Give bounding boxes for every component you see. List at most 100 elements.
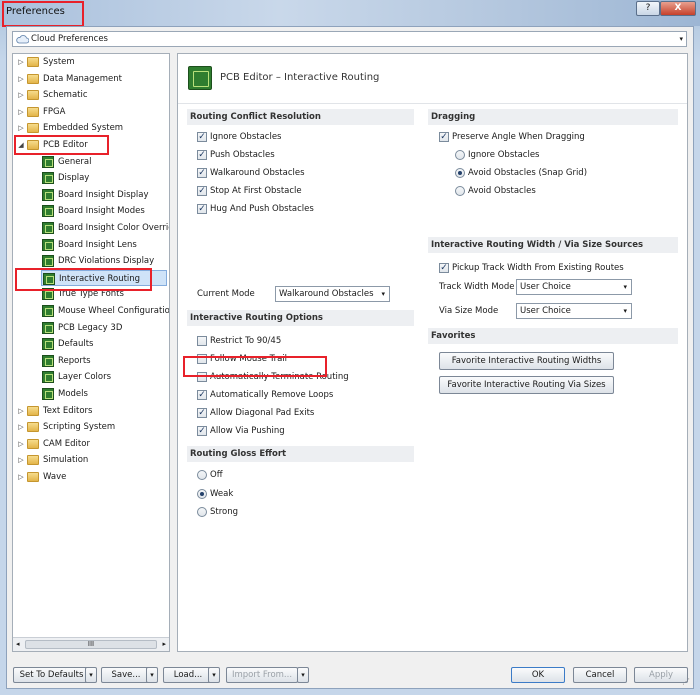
tree-item[interactable]: Layer Colors	[41, 369, 167, 385]
pcb-page-icon	[42, 305, 54, 317]
tree-item[interactable]: DRC Violations Display	[41, 253, 167, 269]
pcb-page-icon	[42, 338, 54, 351]
checkbox-box[interactable]: ✓	[197, 204, 207, 214]
ok-button[interactable]: OK	[511, 667, 565, 683]
checkbox-box[interactable]: ✓	[197, 408, 207, 418]
tree-item[interactable]: ▷ System	[15, 54, 165, 70]
via-size-mode-value: User Choice	[520, 306, 571, 316]
tree-item[interactable]: ▷ Schematic	[15, 87, 165, 103]
favorite-widths-button[interactable]: Favorite Interactive Routing Widths	[439, 352, 614, 370]
settings-panel: PCB Editor – Interactive Routing Routing…	[177, 53, 688, 652]
folder-icon	[27, 106, 39, 117]
scroll-thumb[interactable]: III	[25, 640, 157, 649]
checkbox-box[interactable]: ✓	[197, 132, 207, 142]
collapsed-arrow-icon[interactable]: ▷	[17, 419, 25, 435]
tree-item-label: Layer Colors	[58, 372, 112, 383]
chevron-down-icon: ▾	[623, 283, 627, 291]
tree-item[interactable]: Mouse Wheel Configuration	[41, 303, 169, 319]
pcb-page-icon	[42, 222, 54, 234]
tree-item[interactable]: ▷ CAM Editor	[15, 436, 165, 452]
apply-button[interactable]: Apply	[634, 667, 688, 683]
save-dropdown[interactable]: ▾	[146, 667, 158, 683]
track-width-mode-select[interactable]: User Choice ▾	[516, 279, 632, 295]
radio-button[interactable]	[197, 488, 207, 499]
tree-item[interactable]: Reports	[41, 353, 167, 369]
tree-item-label: DRC Violations Display	[58, 256, 155, 267]
tree-item[interactable]: Display	[41, 170, 167, 186]
load-dropdown[interactable]: ▾	[208, 667, 220, 683]
checkbox-box[interactable]: ✓	[439, 132, 449, 142]
checkbox-box[interactable]: ✓	[439, 263, 449, 273]
title-bar[interactable]: Preferences ? X	[0, 0, 700, 26]
collapsed-arrow-icon[interactable]: ▷	[17, 54, 25, 70]
collapsed-arrow-icon[interactable]: ▷	[17, 71, 25, 87]
close-button[interactable]: X	[660, 1, 696, 16]
radio-button[interactable]	[197, 507, 207, 517]
radio-button[interactable]	[455, 168, 465, 178]
folder-icon	[27, 123, 39, 134]
tree-item-label: Text Editors	[43, 405, 93, 416]
tree-item-label: Models	[58, 389, 88, 399]
tree-item[interactable]: Board Insight Color Overrid	[41, 220, 170, 236]
set-defaults-dropdown[interactable]: ▾	[85, 667, 97, 683]
tree-item[interactable]: ▷ Data Management	[15, 71, 165, 87]
tree-item[interactable]: ▷ FPGA	[15, 104, 165, 120]
load-button[interactable]: Load...	[163, 667, 213, 683]
scroll-right-icon[interactable]: ▸	[162, 640, 166, 648]
collapsed-arrow-icon[interactable]: ▷	[17, 104, 25, 120]
collapsed-arrow-icon[interactable]: ▷	[17, 469, 25, 485]
current-mode-select[interactable]: Walkaround Obstacles ▾	[275, 286, 390, 302]
resize-grip-icon[interactable]: ⋰	[682, 677, 692, 687]
tree-item[interactable]: Models	[41, 386, 167, 402]
import-dropdown[interactable]: ▾	[297, 667, 309, 683]
tree-item[interactable]: Board Insight Lens	[41, 237, 167, 253]
checkbox-label: Preserve Angle When Dragging	[452, 132, 585, 142]
collapsed-arrow-icon[interactable]: ▷	[17, 120, 25, 136]
collapsed-arrow-icon[interactable]: ▷	[17, 87, 25, 103]
checkbox-box[interactable]: ✓	[197, 186, 207, 196]
tree-horizontal-scrollbar[interactable]: ◂ III ▸	[13, 637, 169, 651]
set-to-defaults-button[interactable]: Set To Defaults	[13, 667, 90, 683]
tree-item[interactable]: Board Insight Modes	[41, 203, 167, 219]
checkbox-box[interactable]: ✓	[197, 150, 207, 160]
tree-item-label: Scripting System	[43, 422, 116, 433]
tree-item[interactable]: ▷ Scripting System	[15, 419, 165, 435]
favorite-via-sizes-button[interactable]: Favorite Interactive Routing Via Sizes	[439, 376, 614, 394]
checkbox-label: Stop At First Obstacle	[210, 186, 302, 196]
via-size-mode-select[interactable]: User Choice ▾	[516, 303, 632, 319]
collapsed-arrow-icon[interactable]: ▷	[17, 452, 25, 468]
radio-button[interactable]	[197, 470, 207, 480]
checkbox-box[interactable]: ✓	[197, 168, 207, 178]
radio-button[interactable]	[455, 150, 465, 160]
current-mode-label: Current Mode	[197, 289, 255, 299]
checkbox-label: Hug And Push Obstacles	[210, 204, 314, 214]
cloud-preferences-combo[interactable]: Cloud Preferences ▾	[12, 31, 687, 47]
tree-item-label: Board Insight Color Overrid	[58, 223, 170, 233]
help-button[interactable]: ?	[636, 1, 660, 16]
tree-item[interactable]: General	[41, 154, 167, 170]
tree-item[interactable]: Defaults	[41, 336, 167, 352]
save-button[interactable]: Save...	[101, 667, 151, 683]
scroll-left-icon[interactable]: ◂	[16, 640, 20, 648]
folder-icon	[27, 90, 39, 101]
section-interactive-routing-options: Interactive Routing Options	[187, 310, 414, 326]
chevron-down-icon[interactable]: ▾	[679, 35, 683, 43]
radio-button[interactable]	[455, 186, 465, 196]
pcb-page-icon	[42, 188, 54, 201]
cancel-button[interactable]: Cancel	[573, 667, 627, 683]
tree-item[interactable]: Board Insight Display	[41, 187, 167, 203]
collapsed-arrow-icon[interactable]: ▷	[17, 436, 25, 452]
tree-item[interactable]: ▷ Simulation	[15, 452, 165, 468]
tree-item[interactable]: ▷ Wave	[15, 469, 165, 485]
checkbox-box[interactable]	[197, 336, 207, 346]
collapsed-arrow-icon[interactable]: ▷	[17, 403, 25, 419]
panel-title: PCB Editor – Interactive Routing	[220, 72, 380, 83]
checkbox-box[interactable]: ✓	[197, 390, 207, 400]
folder-icon	[27, 422, 39, 433]
tree-item[interactable]: ▷ Text Editors	[15, 403, 165, 419]
tree-item[interactable]: ▷ Embedded System	[15, 120, 165, 136]
radio-label: Avoid Obstacles	[468, 186, 536, 196]
tree-item[interactable]: PCB Legacy 3D	[41, 320, 167, 336]
checkbox-box[interactable]: ✓	[197, 426, 207, 436]
import-from-button[interactable]: Import From...	[226, 667, 298, 683]
